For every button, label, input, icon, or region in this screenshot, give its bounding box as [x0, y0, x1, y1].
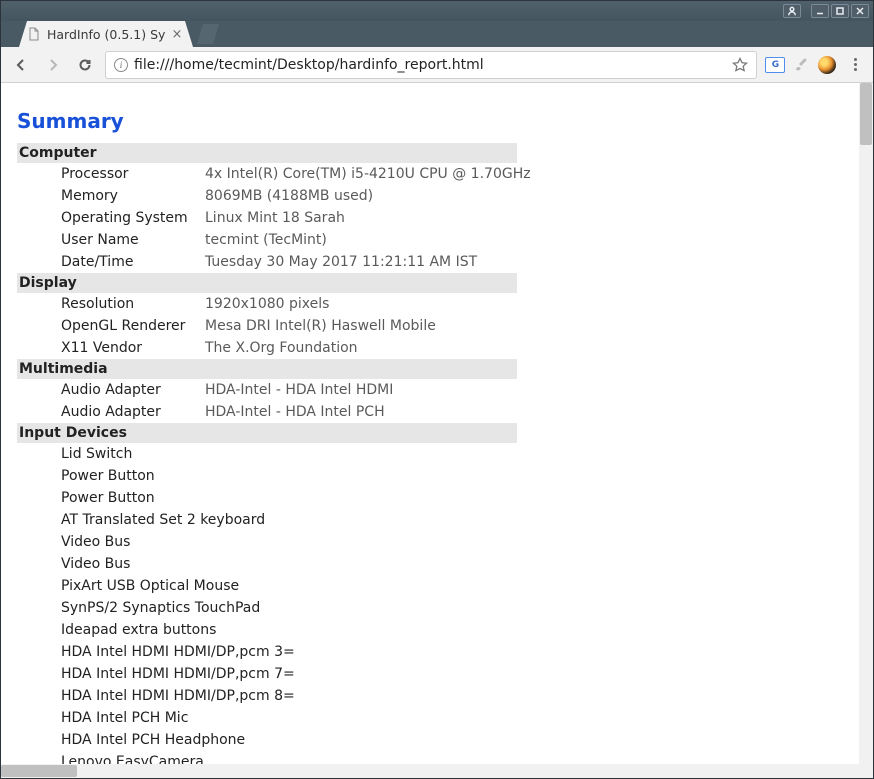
minimize-button[interactable]	[811, 4, 829, 18]
group-header: Multimedia	[17, 359, 517, 379]
info-label: Memory	[17, 188, 205, 204]
scroll-corner	[859, 764, 873, 778]
info-value: 4x Intel(R) Core(TM) i5-4210U CPU @ 1.70…	[205, 166, 531, 182]
new-tab-button[interactable]	[197, 24, 219, 44]
device-item: Power Button	[17, 487, 843, 509]
info-label: Date/Time	[17, 254, 205, 270]
info-row: Resolution1920x1080 pixels	[17, 293, 843, 315]
page-content: Summary ComputerProcessor4x Intel(R) Cor…	[1, 83, 859, 764]
info-label: Audio Adapter	[17, 404, 205, 420]
browser-tab[interactable]: HardInfo (0.5.1) Sy ×	[19, 21, 193, 47]
url-text: file:///home/tecmint/Desktop/hardinfo_re…	[134, 57, 726, 73]
maximize-button[interactable]	[831, 4, 849, 18]
info-row: Audio AdapterHDA-Intel - HDA Intel HDMI	[17, 379, 843, 401]
brush-extension-icon[interactable]	[793, 57, 809, 73]
tab-title: HardInfo (0.5.1) Sy	[47, 27, 165, 42]
device-item: Power Button	[17, 465, 843, 487]
horizontal-scroll-thumb[interactable]	[1, 765, 77, 777]
device-item: HDA Intel PCH Mic	[17, 707, 843, 729]
file-icon	[27, 27, 41, 41]
group-header: Input Devices	[17, 423, 517, 443]
info-label: Audio Adapter	[17, 382, 205, 398]
section-title: Summary	[17, 109, 843, 133]
vertical-scrollbar[interactable]	[859, 83, 873, 764]
horizontal-scrollbar[interactable]	[1, 764, 859, 778]
device-item: HDA Intel HDMI HDMI/DP,pcm 8=	[17, 685, 843, 707]
group-header: Display	[17, 273, 517, 293]
info-label: User Name	[17, 232, 205, 248]
page-viewport: Summary ComputerProcessor4x Intel(R) Cor…	[1, 83, 873, 778]
info-value: tecmint (TecMint)	[205, 232, 327, 248]
info-value: The X.Org Foundation	[205, 340, 358, 356]
tab-strip: HardInfo (0.5.1) Sy ×	[1, 21, 873, 47]
info-label: Operating System	[17, 210, 205, 226]
info-label: Resolution	[17, 296, 205, 312]
device-item: HDA Intel HDMI HDMI/DP,pcm 7=	[17, 663, 843, 685]
device-item: AT Translated Set 2 keyboard	[17, 509, 843, 531]
info-value: HDA-Intel - HDA Intel HDMI	[205, 382, 393, 398]
info-row: X11 VendorThe X.Org Foundation	[17, 337, 843, 359]
info-row: OpenGL RendererMesa DRI Intel(R) Haswell…	[17, 315, 843, 337]
site-info-icon[interactable]: i	[114, 58, 128, 72]
user-menu-button[interactable]	[783, 4, 801, 18]
browser-toolbar: i file:///home/tecmint/Desktop/hardinfo_…	[1, 47, 873, 83]
info-row: Processor4x Intel(R) Core(TM) i5-4210U C…	[17, 163, 843, 185]
device-item: Video Bus	[17, 531, 843, 553]
device-item: Video Bus	[17, 553, 843, 575]
profile-avatar[interactable]	[817, 55, 837, 75]
forward-button[interactable]	[41, 53, 65, 77]
vertical-scroll-thumb[interactable]	[860, 83, 872, 145]
device-item: HDA Intel HDMI HDMI/DP,pcm 3=	[17, 641, 843, 663]
info-row: User Nametecmint (TecMint)	[17, 229, 843, 251]
info-value: Linux Mint 18 Sarah	[205, 210, 345, 226]
bookmark-star-icon[interactable]	[732, 57, 748, 73]
translate-extension-icon[interactable]: G	[765, 55, 785, 75]
group-header: Computer	[17, 143, 517, 163]
info-row: Audio AdapterHDA-Intel - HDA Intel PCH	[17, 401, 843, 423]
close-window-button[interactable]	[851, 4, 869, 18]
info-value: HDA-Intel - HDA Intel PCH	[205, 404, 385, 420]
info-label: X11 Vendor	[17, 340, 205, 356]
device-item: Lenovo EasyCamera	[17, 751, 843, 764]
device-item: Lid Switch	[17, 443, 843, 465]
info-row: Operating SystemLinux Mint 18 Sarah	[17, 207, 843, 229]
device-item: Ideapad extra buttons	[17, 619, 843, 641]
info-row: Memory8069MB (4188MB used)	[17, 185, 843, 207]
device-item: SynPS/2 Synaptics TouchPad	[17, 597, 843, 619]
window-titlebar	[1, 1, 873, 21]
info-value: 8069MB (4188MB used)	[205, 188, 373, 204]
tab-close-button[interactable]: ×	[171, 28, 183, 40]
device-item: PixArt USB Optical Mouse	[17, 575, 843, 597]
info-value: 1920x1080 pixels	[205, 296, 329, 312]
address-bar[interactable]: i file:///home/tecmint/Desktop/hardinfo_…	[105, 51, 757, 79]
info-label: OpenGL Renderer	[17, 318, 205, 334]
device-item: HDA Intel PCH Headphone	[17, 729, 843, 751]
back-button[interactable]	[9, 53, 33, 77]
info-value: Mesa DRI Intel(R) Haswell Mobile	[205, 318, 436, 334]
reload-button[interactable]	[73, 53, 97, 77]
info-value: Tuesday 30 May 2017 11:21:11 AM IST	[205, 254, 477, 270]
info-label: Processor	[17, 166, 205, 182]
info-row: Date/TimeTuesday 30 May 2017 11:21:11 AM…	[17, 251, 843, 273]
browser-menu-button[interactable]	[845, 55, 865, 75]
